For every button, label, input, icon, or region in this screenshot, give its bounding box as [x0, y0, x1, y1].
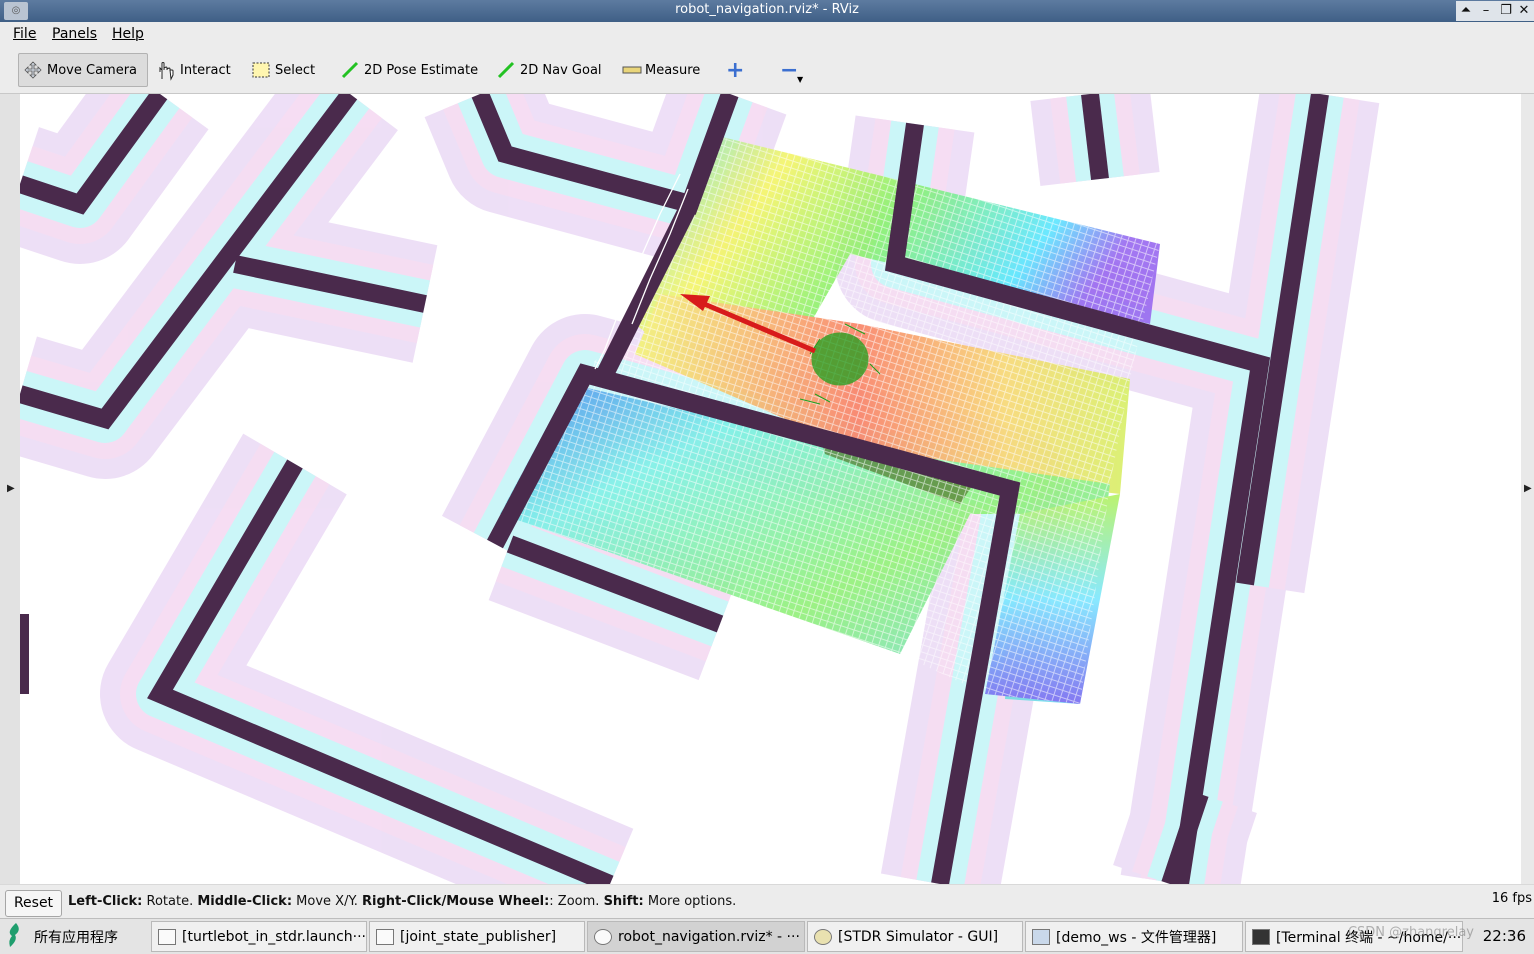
window-title: robot_navigation.rviz* - RViz [675, 2, 859, 17]
select-label: Select [275, 62, 316, 78]
pose-arrow-icon [340, 61, 360, 79]
fps-counter: 16 fps [1491, 891, 1532, 906]
app-menu-icon [4, 922, 26, 952]
close-button[interactable]: ✕ [1514, 1, 1534, 21]
task-rviz[interactable]: robot_navigation.rviz* - ··· [587, 921, 805, 952]
nav-goal-label: 2D Nav Goal [520, 62, 602, 78]
move-camera-tool[interactable]: Move Camera [18, 53, 148, 87]
editor-icon [158, 928, 176, 945]
hint-shift-desc: More options. [643, 894, 737, 909]
minimize-button[interactable]: – [1476, 1, 1496, 21]
task-stdr-simulator[interactable]: [STDR Simulator - GUI] [807, 921, 1023, 952]
window-titlebar: ◎ robot_navigation.rviz* - RViz ⏶ – ❐ ✕ [0, 0, 1534, 22]
hint-left-desc: Rotate. [142, 894, 198, 909]
menu-file[interactable]: File [13, 26, 36, 42]
window-icon [376, 928, 394, 945]
hint-right-desc: : Zoom. [549, 894, 604, 909]
rviz-icon [594, 928, 612, 945]
ruler-icon [621, 61, 642, 79]
reset-button[interactable]: Reset [5, 890, 62, 917]
watermark: CSDN @zhangrelay [1347, 925, 1474, 940]
menu-help[interactable]: Help [112, 26, 144, 42]
task-label: [turtlebot_in_stdr.launch··· [182, 928, 367, 945]
render-viewport[interactable] [20, 94, 1521, 884]
start-menu-button[interactable]: 所有应用程序 [4, 921, 118, 952]
expand-right-icon: ▶ [7, 483, 15, 494]
terminal-icon [1252, 928, 1270, 945]
task-label: [STDR Simulator - GUI] [838, 928, 999, 945]
add-tool-button[interactable]: + [722, 53, 748, 87]
goal-arrow-icon [496, 61, 516, 79]
task-label: robot_navigation.rviz* - ··· [618, 928, 800, 945]
pose-estimate-tool[interactable]: 2D Pose Estimate [336, 53, 482, 87]
map-scene [20, 94, 1380, 884]
task-label: [demo_ws - 文件管理器] [1056, 929, 1217, 946]
hand-pointer-icon [156, 61, 176, 81]
expand-left-icon: ▶ [1524, 483, 1532, 494]
menu-panels[interactable]: Panels [52, 26, 97, 42]
measure-label: Measure [645, 62, 701, 78]
tool-bar: Move Camera Interact Select 2D Pose Esti… [0, 47, 1534, 94]
hint-right-click: Right-Click/Mouse Wheel: [362, 894, 550, 909]
folder-icon [1032, 928, 1050, 945]
clock: 22:36 [1482, 927, 1526, 945]
status-bar: Reset Left-Click: Rotate. Middle-Click: … [0, 885, 1534, 918]
pose-estimate-label: 2D Pose Estimate [364, 62, 479, 78]
remove-dropdown-icon[interactable]: ▼ [797, 75, 803, 84]
hint-shift: Shift: [603, 894, 644, 909]
hint-middle-desc: Move X/Y. [292, 894, 363, 909]
start-menu-label: 所有应用程序 [34, 929, 118, 946]
hint-left-click: Left-Click: [68, 894, 143, 909]
mouse-hint: Left-Click: Rotate. Middle-Click: Move X… [68, 894, 736, 909]
select-tool[interactable]: Select [247, 53, 319, 87]
maximize-button[interactable]: ❐ [1496, 1, 1516, 21]
task-joint-state-publisher[interactable]: [joint_state_publisher] [369, 921, 585, 952]
left-panel-toggle[interactable]: ▶ [0, 94, 20, 884]
shade-window-button[interactable]: ⏶ [1456, 1, 1476, 21]
measure-tool[interactable]: Measure [617, 53, 704, 87]
right-panel-toggle[interactable]: ▶ [1521, 94, 1534, 884]
move-camera-icon [23, 61, 43, 79]
hint-middle-click: Middle-Click: [197, 894, 293, 909]
task-file-manager[interactable]: [demo_ws - 文件管理器] [1025, 921, 1243, 952]
taskbar: 所有应用程序 [turtlebot_in_stdr.launch··· [joi… [0, 918, 1534, 954]
task-turtlebot-launch[interactable]: [turtlebot_in_stdr.launch··· [151, 921, 367, 952]
stdr-icon [814, 928, 832, 945]
interact-label: Interact [180, 62, 231, 78]
select-box-icon [251, 61, 271, 79]
task-label: [joint_state_publisher] [400, 928, 557, 945]
menu-bar: File Panels Help [0, 22, 1534, 47]
interact-tool[interactable]: Interact [152, 53, 235, 87]
nav-goal-tool[interactable]: 2D Nav Goal [492, 53, 606, 87]
move-camera-label: Move Camera [47, 62, 138, 78]
